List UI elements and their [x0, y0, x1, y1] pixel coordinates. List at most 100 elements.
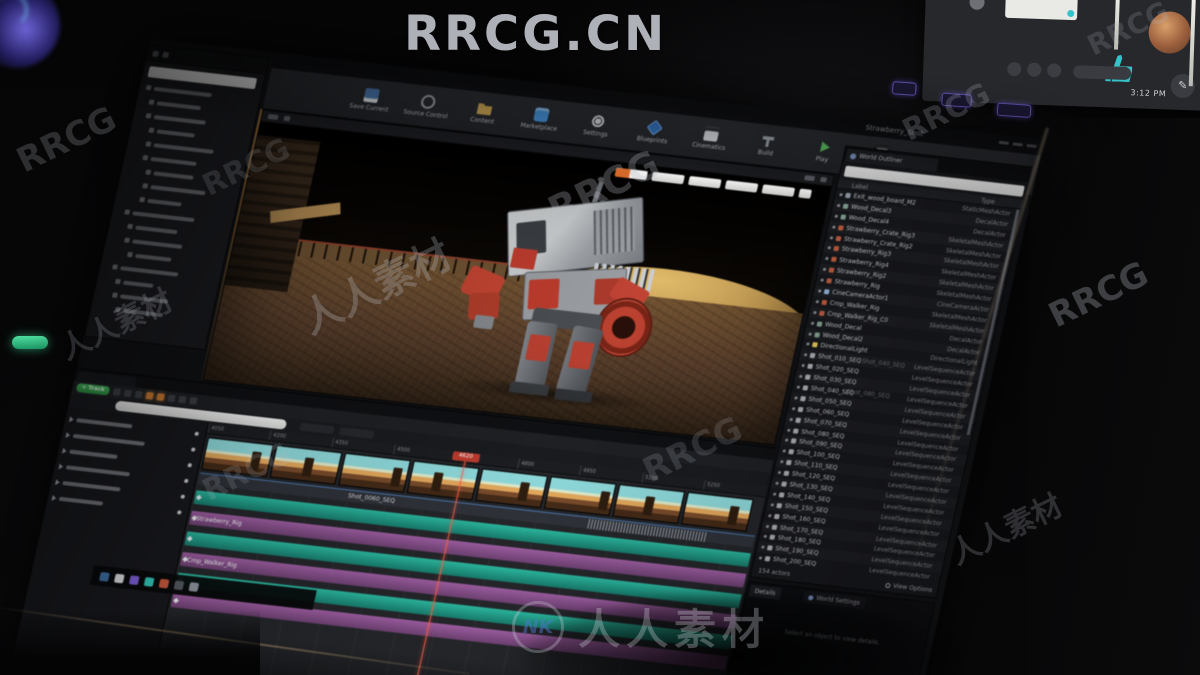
- visibility-eye-icon[interactable]: [817, 289, 822, 293]
- keyframe-button[interactable]: [145, 391, 154, 400]
- visibility-eye-icon[interactable]: [798, 374, 803, 379]
- actor-type-icon: [823, 288, 830, 295]
- visibility-eye-icon[interactable]: [791, 406, 796, 411]
- visibility-eye-icon[interactable]: [765, 524, 770, 528]
- visibility-eye-icon[interactable]: [825, 257, 829, 261]
- actor-type-icon: [788, 449, 795, 455]
- camera-icon[interactable]: [123, 389, 133, 398]
- toolbar-label: Content: [469, 115, 495, 126]
- actor-type-icon: [776, 502, 783, 509]
- content-icon: [476, 101, 493, 116]
- visibility-eye-icon[interactable]: [772, 492, 777, 496]
- keyframe-diamond[interactable]: [196, 494, 202, 501]
- taskbar-app-icon[interactable]: [99, 571, 110, 582]
- visibility-eye-icon[interactable]: [810, 321, 815, 325]
- visibility-eye-icon[interactable]: [803, 353, 808, 357]
- view-options-button[interactable]: View Options: [884, 582, 933, 594]
- control-button[interactable]: [798, 188, 813, 199]
- actor-type-icon: [790, 438, 797, 445]
- visibility-eye-icon[interactable]: [815, 299, 820, 304]
- shot-thumbnail[interactable]: [338, 452, 411, 493]
- taskbar-app-icon[interactable]: [113, 573, 125, 583]
- actor-type-icon: [844, 192, 852, 199]
- shot-thumbnail[interactable]: [543, 476, 617, 517]
- shot-thumbnail[interactable]: [269, 444, 343, 485]
- visibility-eye-icon[interactable]: [775, 481, 779, 485]
- actor-type-icon: [764, 556, 771, 562]
- foreground-shadow: [1028, 118, 1200, 675]
- visibility-eye-icon[interactable]: [784, 438, 789, 443]
- keyframe-diamond[interactable]: [173, 597, 179, 604]
- shot-thumbnail[interactable]: [612, 484, 686, 524]
- maximize-button[interactable]: [1012, 142, 1024, 147]
- taskbar-app-icon[interactable]: [173, 579, 185, 590]
- actor-count: 154 actors: [757, 567, 791, 578]
- actor-type-icon: [802, 385, 809, 391]
- visibility-eye-icon[interactable]: [763, 535, 768, 539]
- visibility-eye-icon[interactable]: [777, 471, 782, 475]
- keyframe-diamond[interactable]: [186, 535, 193, 542]
- visibility-eye-icon[interactable]: [782, 449, 787, 453]
- shot-thumbnail[interactable]: [201, 437, 274, 478]
- visibility-eye-icon[interactable]: [813, 310, 817, 314]
- toolbar-button[interactable]: Source Control: [403, 93, 452, 120]
- toolbar-button[interactable]: Save Current: [346, 86, 395, 114]
- visibility-eye-icon[interactable]: [761, 545, 765, 550]
- visibility-eye-icon[interactable]: [832, 225, 836, 229]
- toolbar-label: Marketplace: [519, 121, 558, 133]
- settings-icon[interactable]: [189, 396, 198, 405]
- visibility-eye-icon[interactable]: [796, 385, 801, 389]
- actor-type-icon: [771, 524, 778, 530]
- filter-icon[interactable]: [134, 390, 143, 399]
- actor-type-icon: [804, 374, 811, 380]
- visibility-eye-icon[interactable]: [820, 278, 824, 282]
- visibility-eye-icon[interactable]: [834, 214, 839, 218]
- visibility-eye-icon[interactable]: [829, 235, 834, 240]
- visibility-eye-icon[interactable]: [822, 267, 827, 272]
- shot-thumbnail[interactable]: [475, 468, 548, 509]
- visibility-eye-icon[interactable]: [839, 193, 843, 197]
- actor-type-icon: [837, 224, 844, 231]
- toolbar-button[interactable]: Settings: [573, 112, 622, 140]
- actor-type-icon: [826, 278, 833, 284]
- play-icon: [816, 139, 833, 154]
- visibility-eye-icon[interactable]: [770, 503, 775, 507]
- toolbar-button[interactable]: Cinematics: [686, 125, 735, 153]
- minimize-button[interactable]: [998, 140, 1010, 145]
- visibility-eye-icon[interactable]: [836, 203, 841, 208]
- toolbar-button[interactable]: Marketplace: [516, 105, 565, 133]
- visibility-eye-icon[interactable]: [768, 513, 772, 518]
- actor-type-icon: [778, 492, 785, 498]
- visibility-eye-icon[interactable]: [758, 556, 763, 560]
- visibility-eye-icon[interactable]: [806, 342, 810, 346]
- taskbar-app-icon[interactable]: [188, 581, 200, 592]
- snap-icon[interactable]: [167, 394, 176, 403]
- window-edge-highlight: [1188, 0, 1196, 87]
- save-icon[interactable]: [112, 388, 122, 396]
- message-input[interactable]: [1072, 65, 1132, 81]
- actor-type-icon: [842, 203, 849, 209]
- toolbar-button[interactable]: Build: [743, 131, 792, 159]
- curve-editor-icon[interactable]: [178, 395, 187, 404]
- toolbar-button[interactable]: Content: [459, 99, 508, 127]
- taskbar-app-icon[interactable]: [158, 578, 170, 589]
- visibility-eye-icon[interactable]: [789, 417, 794, 421]
- toolbar-label: Settings: [582, 128, 609, 139]
- shot-thumbnail[interactable]: [406, 460, 480, 501]
- taskbar-app-icon[interactable]: [143, 576, 155, 587]
- actor-type-icon: [797, 406, 804, 413]
- visibility-eye-icon[interactable]: [801, 364, 805, 368]
- toolbar-label: Build: [757, 148, 774, 158]
- visibility-eye-icon[interactable]: [779, 460, 784, 464]
- actor-type-icon: [816, 321, 823, 327]
- visibility-eye-icon[interactable]: [808, 332, 813, 336]
- actor-type-icon: [781, 481, 788, 487]
- taskbar-app-icon[interactable]: [128, 574, 140, 585]
- visibility-eye-icon[interactable]: [827, 246, 832, 250]
- logo-circle: NK: [512, 600, 564, 653]
- shot-thumbnail[interactable]: [680, 491, 754, 532]
- visibility-eye-icon[interactable]: [787, 428, 791, 432]
- autokey-button[interactable]: [156, 393, 165, 401]
- toolbar-button[interactable]: Blueprints: [629, 118, 678, 146]
- visibility-eye-icon[interactable]: [794, 396, 798, 400]
